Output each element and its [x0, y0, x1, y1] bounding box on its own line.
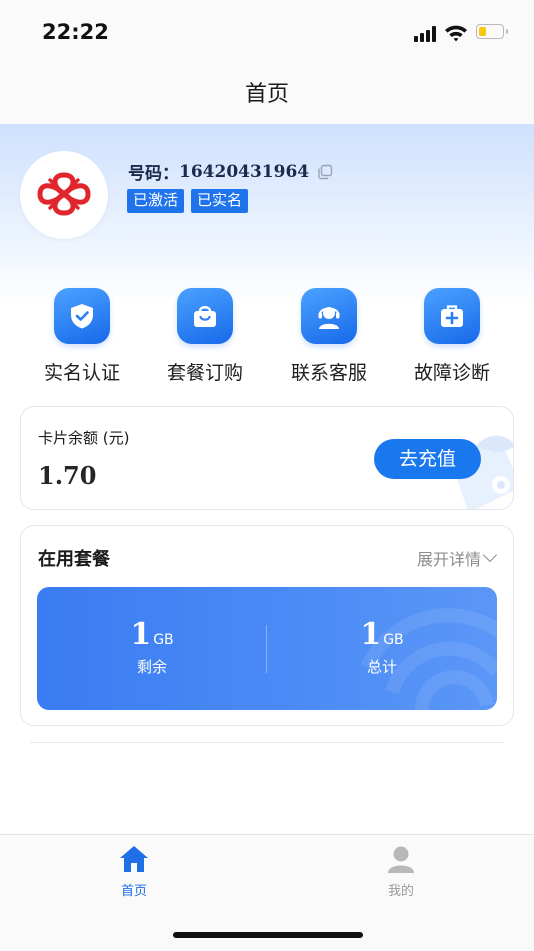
action-label: 故障诊断 — [413, 362, 490, 384]
tab-home[interactable]: 首页 — [74, 845, 194, 899]
balance-value: 1.70 — [38, 461, 97, 490]
status-time: 22:22 — [42, 20, 109, 44]
home-icon — [120, 846, 148, 872]
phone-label: 号码： — [128, 164, 179, 184]
chevron-down-icon — [482, 547, 498, 563]
package-order-button[interactable]: 套餐订购 — [150, 288, 260, 385]
china-unicom-logo-icon — [37, 172, 91, 216]
remaining-data: 1 GB 剩余 — [62, 617, 242, 677]
balance-label: 卡片余额 (元) — [38, 429, 130, 447]
expand-details-label: 展开详情 — [416, 550, 481, 569]
phone-number: 16420431964 — [179, 161, 310, 182]
shield-check-icon — [54, 288, 110, 344]
remaining-value: 1 — [130, 617, 152, 652]
balance-card: 卡片余额 (元) 1.70 去充值 — [20, 406, 514, 510]
page-title: 首页 — [0, 66, 534, 124]
recharge-button[interactable]: 去充值 — [374, 439, 481, 479]
remaining-unit: GB — [153, 632, 174, 648]
customer-service-icon — [301, 288, 357, 344]
shopping-bag-icon — [177, 288, 233, 344]
action-label: 联系客服 — [290, 362, 367, 384]
wifi-icon — [444, 24, 468, 42]
battery-icon — [476, 24, 508, 39]
copy-icon[interactable] — [317, 164, 333, 180]
total-caption: 总计 — [366, 658, 397, 676]
remaining-caption: 剩余 — [136, 658, 167, 676]
cellular-signal-icon — [414, 26, 438, 42]
tab-mine[interactable]: 我的 — [341, 845, 461, 899]
divider — [30, 742, 504, 743]
fault-diagnosis-button[interactable]: 故障诊断 — [397, 288, 507, 385]
first-aid-kit-icon — [424, 288, 480, 344]
action-label: 套餐订购 — [166, 362, 243, 384]
real-name-auth-button[interactable]: 实名认证 — [27, 288, 137, 385]
plan-card: 在用套餐 展开详情 1 GB 剩余 1 GB 总计 — [20, 525, 514, 726]
tab-mine-label: 我的 — [387, 884, 414, 899]
contact-service-button[interactable]: 联系客服 — [274, 288, 384, 385]
home-indicator — [173, 932, 363, 938]
phone-number-row: 号码： 16420431964 — [128, 159, 333, 184]
data-usage-panel: 1 GB 剩余 1 GB 总计 — [37, 587, 497, 710]
battery-fill — [479, 27, 487, 36]
expand-details-button[interactable]: 展开详情 — [416, 546, 498, 570]
total-value: 1 — [360, 617, 382, 652]
tab-home-label: 首页 — [120, 884, 147, 899]
total-unit: GB — [383, 632, 404, 648]
quick-actions: 实名认证 套餐订购 联系客服 故障诊断 — [0, 288, 534, 388]
user-icon — [388, 846, 414, 873]
total-data: 1 GB 总计 — [292, 617, 472, 677]
avatar — [20, 151, 108, 239]
action-label: 实名认证 — [43, 362, 120, 384]
activated-badge: 已激活 — [127, 189, 185, 213]
status-bar: 22:22 — [0, 0, 534, 66]
status-badges: 已激活 已实名 — [127, 189, 249, 213]
plan-title: 在用套餐 — [38, 549, 110, 570]
verified-badge: 已实名 — [191, 189, 249, 213]
divider — [266, 625, 267, 673]
